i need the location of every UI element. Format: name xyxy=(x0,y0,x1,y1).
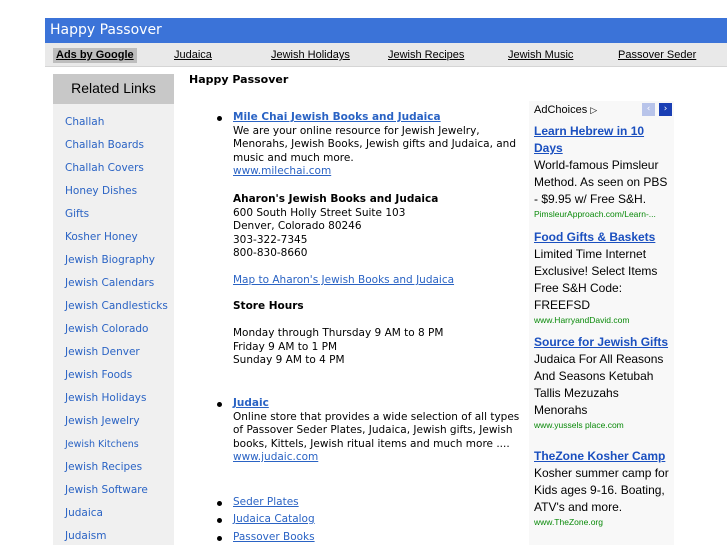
store-address-line2: Denver, Colorado 80246 xyxy=(233,220,362,232)
sidebar-item-challah[interactable]: Challah xyxy=(65,116,174,130)
sidebar-item-jewish-kitchens[interactable]: Jewish Kitchens xyxy=(65,438,174,452)
ad-url[interactable]: www.TheZone.org xyxy=(534,516,672,528)
ad-column: AdChoices ▷ ‹ › Learn Hebrew in 10 Days … xyxy=(529,101,674,545)
sidebar-item-jewish-jewelry[interactable]: Jewish Jewelry xyxy=(65,415,174,429)
ad-item[interactable]: Learn Hebrew in 10 Days World-famous Pim… xyxy=(534,123,672,220)
main-content: Happy Passover Mile Chai Jewish Books an… xyxy=(189,73,521,543)
nav-link-passover-seder[interactable]: Passover Seder xyxy=(618,49,696,61)
sidebar-item-jewish-biography[interactable]: Jewish Biography xyxy=(65,254,174,268)
store-phone1: 303-322-7345 xyxy=(233,233,308,246)
ad-headline[interactable]: TheZone Kosher Camp xyxy=(534,448,672,465)
ad-item[interactable]: Source for Jewish Gifts Judaica For All … xyxy=(534,334,672,431)
store-hours-line3: Sunday 9 AM to 4 PM xyxy=(233,354,345,366)
sidebar-item-jewish-calendars[interactable]: Jewish Calendars xyxy=(65,277,174,291)
nav-link-jewish-music[interactable]: Jewish Music xyxy=(508,49,573,61)
ad-url[interactable]: PimsleurApproach.com/Learn-... xyxy=(534,208,672,220)
bullet xyxy=(217,501,222,506)
listing-url-link[interactable]: www.milechai.com xyxy=(233,165,331,177)
sidebar-header: Related Links xyxy=(53,74,174,104)
ad-body: Kosher summer camp for Kids ages 9-16. B… xyxy=(534,466,669,514)
store-hours-block: Store Hours Monday through Thursday 9 AM… xyxy=(233,300,523,368)
ad-prev-icon[interactable]: ‹ xyxy=(642,103,655,116)
adchoices-text: AdChoices xyxy=(534,104,588,116)
link-judaica-catalog-item: Judaica Catalog xyxy=(217,513,523,527)
ad-headline[interactable]: Learn Hebrew in 10 Days xyxy=(534,123,672,157)
bullet xyxy=(217,518,222,523)
ads-by-google-label[interactable]: Ads by Google xyxy=(53,48,137,63)
related-links-sidebar: Related Links Challah Challah Boards Cha… xyxy=(53,74,174,545)
map-link-block: Map to Aharon's Jewish Books and Judaica xyxy=(233,274,523,288)
listing-judaic: Judaic Online store that provides a wide… xyxy=(217,397,523,465)
listing-title-link[interactable]: Mile Chai Jewish Books and Judaica xyxy=(233,111,441,123)
ad-body: World-famous Pimsleur Method. As seen on… xyxy=(534,158,668,206)
ad-headline[interactable]: Food Gifts & Baskets xyxy=(534,229,672,246)
ad-url[interactable]: www.HarryandDavid.com xyxy=(534,314,672,326)
adchoices-icon: ▷ xyxy=(590,105,598,115)
sidebar-item-challah-covers[interactable]: Challah Covers xyxy=(65,162,174,176)
store-hours-title: Store Hours xyxy=(233,300,304,312)
sidebar-item-kosher-honey[interactable]: Kosher Honey xyxy=(65,231,174,245)
store-address-line1: 600 South Holly Street Suite 103 xyxy=(233,206,406,219)
link-seder-plates-item: Seder Plates xyxy=(217,496,523,510)
nav-link-jewish-holidays[interactable]: Jewish Holidays xyxy=(271,49,350,61)
link-seder-plates[interactable]: Seder Plates xyxy=(233,496,299,508)
link-passover-books[interactable]: Passover Books xyxy=(233,531,315,543)
bullet xyxy=(217,116,222,121)
nav-link-jewish-recipes[interactable]: Jewish Recipes xyxy=(388,49,464,61)
ad-link-bar: Ads by Google Judaica Jewish Holidays Je… xyxy=(45,43,727,67)
ad-item[interactable]: TheZone Kosher Camp Kosher summer camp f… xyxy=(534,448,672,528)
link-passover-books-item: Passover Books xyxy=(217,531,523,545)
bullet xyxy=(217,402,222,407)
sidebar-item-judaica[interactable]: Judaica xyxy=(65,507,174,521)
page-title: Happy Passover xyxy=(189,73,289,86)
ad-next-icon[interactable]: › xyxy=(659,103,672,116)
ad-body: Judaica For All Reasons And Seasons Ketu… xyxy=(534,352,664,417)
store-hours-line2: Friday 9 AM to 1 PM xyxy=(233,340,338,353)
listing-title-link[interactable]: Judaic xyxy=(233,397,269,409)
store-address-block: Aharon's Jewish Books and Judaica 600 So… xyxy=(233,193,523,261)
site-title: Happy Passover xyxy=(50,22,162,38)
store-map-link[interactable]: Map to Aharon's Jewish Books and Judaica xyxy=(233,274,454,286)
sidebar-item-jewish-candlesticks[interactable]: Jewish Candlesticks xyxy=(65,300,174,314)
sidebar-item-honey-dishes[interactable]: Honey Dishes xyxy=(65,185,174,199)
sidebar-item-jewish-holidays[interactable]: Jewish Holidays xyxy=(65,392,174,406)
ad-body: Limited Time Internet Exclusive! Select … xyxy=(534,247,658,312)
store-hours-line1: Monday through Thursday 9 AM to 8 PM xyxy=(233,327,444,339)
listing-description: We are your online resource for Jewish J… xyxy=(233,124,516,164)
sidebar-item-judaism[interactable]: Judaism xyxy=(65,530,174,544)
ad-item[interactable]: Food Gifts & Baskets Limited Time Intern… xyxy=(534,229,672,326)
sidebar-item-challah-boards[interactable]: Challah Boards xyxy=(65,139,174,153)
listing-description: Online store that provides a wide select… xyxy=(233,410,520,450)
sidebar-item-jewish-foods[interactable]: Jewish Foods xyxy=(65,369,174,383)
listing-url-link[interactable]: www.judaic.com xyxy=(233,451,318,463)
link-judaica-catalog[interactable]: Judaica Catalog xyxy=(233,513,315,525)
sidebar-item-jewish-colorado[interactable]: Jewish Colorado xyxy=(65,323,174,337)
ad-headline[interactable]: Source for Jewish Gifts xyxy=(534,334,672,351)
nav-link-judaica[interactable]: Judaica xyxy=(174,49,212,61)
related-links-list: Challah Challah Boards Challah Covers Ho… xyxy=(53,104,174,544)
bullet xyxy=(217,536,222,541)
store-name: Aharon's Jewish Books and Judaica xyxy=(233,193,439,205)
sidebar-item-gifts[interactable]: Gifts xyxy=(65,208,174,222)
sidebar-item-jewish-recipes[interactable]: Jewish Recipes xyxy=(65,461,174,475)
sidebar-item-jewish-denver[interactable]: Jewish Denver xyxy=(65,346,174,360)
sidebar-item-jewish-software[interactable]: Jewish Software xyxy=(65,484,174,498)
listing-mile-chai: Mile Chai Jewish Books and Judaica We ar… xyxy=(217,111,523,179)
ad-url[interactable]: www.yussels place.com xyxy=(534,419,672,431)
adchoices-label[interactable]: AdChoices ▷ xyxy=(534,104,597,116)
title-bar: Happy Passover xyxy=(45,18,727,43)
store-phone2: 800-830-8660 xyxy=(233,247,308,259)
